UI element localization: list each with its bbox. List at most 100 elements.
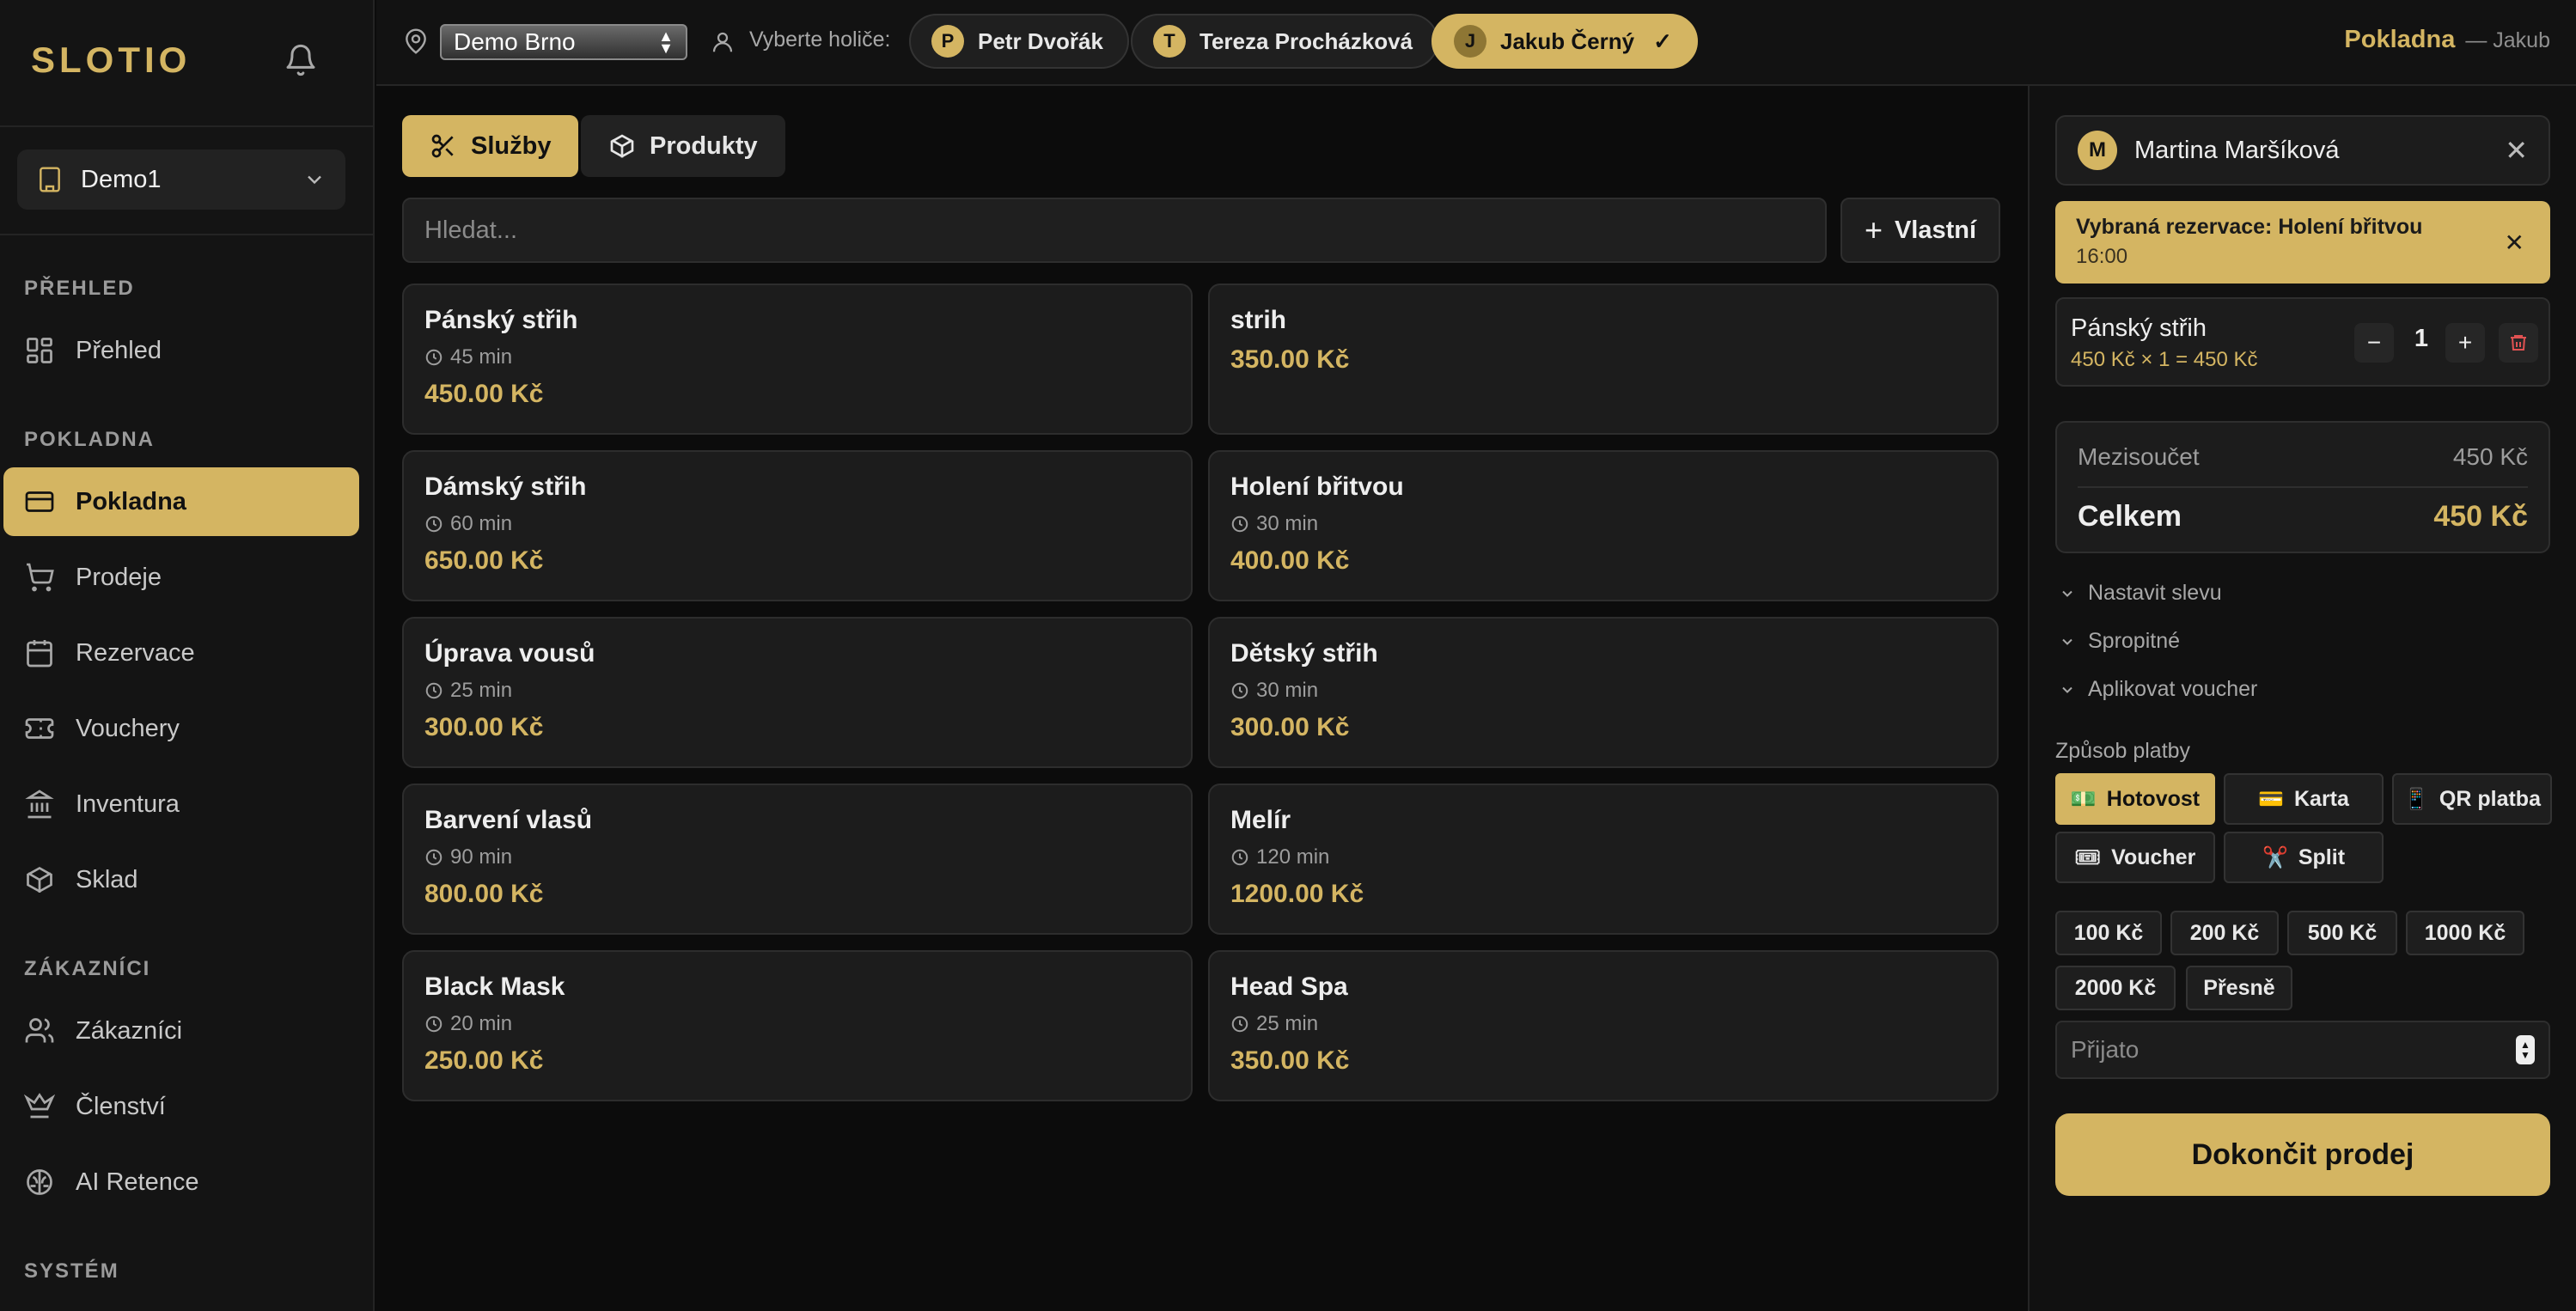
finish-sale-button[interactable]: Dokončit prodej [2055,1113,2550,1196]
barber-chip-jakub[interactable]: J Jakub Černý ✓ [1431,14,1698,69]
sidebar: SLOTIO Demo1 PŘEHLED Přehled POKLADNA Po… [0,0,375,1311]
payment-icon: ✂️ [2262,845,2288,869]
barber-name: Jakub Černý [1500,27,1635,54]
sidebar-item-customers[interactable]: Zákazníci [3,997,359,1065]
search-input[interactable]: Hledat... [402,198,1827,263]
customer-card[interactable]: M Martina Maršíková ✕ [2055,115,2550,186]
tab-products[interactable]: Produkty [581,115,785,177]
package-icon [24,864,55,895]
payment-icon: 💵 [2070,787,2097,811]
service-card[interactable]: Úprava vousů 25 min 300.00 Kč [402,617,1193,768]
tab-label: Produkty [650,131,758,160]
sidebar-item-label: Vouchery [76,714,180,742]
service-duration: 30 min [1230,679,1976,703]
bell-icon[interactable] [284,43,318,77]
discount-label: Nastavit slevu [2088,581,2222,605]
sidebar-item-membership[interactable]: Členství [3,1072,359,1141]
service-card[interactable]: Barvení vlasů 90 min 800.00 Kč [402,784,1193,935]
branch-select[interactable]: Demo1 [17,149,345,210]
close-icon[interactable]: ✕ [2505,229,2524,257]
barber-name: Petr Dvořák [978,27,1103,54]
total-label: Celkem [2078,500,2182,533]
sidebar-item-label: Rezervace [76,638,195,667]
sidebar-item-reservations[interactable]: Rezervace [3,619,359,687]
bank-icon [24,789,55,820]
divider [2078,486,2528,488]
barber-chip-petr[interactable]: P Petr Dvořák [909,14,1129,69]
service-card[interactable]: Black Mask 20 min 250.00 Kč [402,950,1193,1101]
service-name: Melír [1230,806,1291,834]
select-arrows-icon: ▲ ▼ [658,27,674,57]
branch-name: Demo1 [81,165,162,193]
increase-quantity-button[interactable]: + [2445,323,2485,363]
service-price: 1200.00 Kč [1230,880,1364,908]
divider [0,125,375,127]
sidebar-item-stock[interactable]: Sklad [3,845,359,914]
barber-name: Tereza Procházková [1199,27,1413,54]
service-price: 350.00 Kč [1230,345,1350,374]
plus-icon: + [1864,212,1883,247]
subtotal-value: 450 Kč [2452,443,2528,470]
chevron-down-icon [2059,585,2076,602]
service-card[interactable]: Head Spa 25 min 350.00 Kč [1208,950,1999,1101]
quick-amount-button[interactable]: 100 Kč [2055,911,2162,955]
quick-amount-button[interactable]: 1000 Kč [2406,911,2524,955]
duration-value: 90 min [450,845,513,869]
decrease-quantity-button[interactable]: − [2354,323,2394,363]
received-input[interactable]: Přijato ▲ ▼ [2055,1021,2550,1079]
sidebar-item-inventory[interactable]: Inventura [3,770,359,838]
voucher-payment-button[interactable]: 🎟 Voucher [2055,832,2215,883]
divider [0,234,375,235]
service-card[interactable]: strih 350.00 Kč [1208,284,1999,435]
service-card[interactable]: Holení břitvou 30 min 400.00 Kč [1208,450,1999,601]
close-icon[interactable]: ✕ [2505,134,2528,167]
service-card[interactable]: Melír 120 min 1200.00 Kč [1208,784,1999,935]
quick-amount-button[interactable]: Přesně [2186,966,2292,1010]
sidebar-item-label: Členství [76,1092,166,1120]
reservation-title: Vybraná rezervace: Holení břitvou [2076,215,2423,239]
tip-toggle[interactable]: Spropitné [2059,629,2180,654]
sidebar-item-overview[interactable]: Přehled [3,316,359,385]
service-name: Holení břitvou [1230,473,1404,501]
location-select[interactable]: Demo Brno ▲ ▼ [440,24,687,60]
building-icon [36,166,64,193]
service-price: 300.00 Kč [424,713,544,741]
trash-icon[interactable] [2499,323,2538,363]
custom-item-button[interactable]: + Vlastní [1840,198,2000,263]
split-button[interactable]: ✂️ Split [2224,832,2384,883]
clock-icon [1230,848,1249,867]
service-card[interactable]: Dětský střih 30 min 300.00 Kč [1208,617,1999,768]
card-button[interactable]: 💳 Karta [2224,773,2384,825]
quick-amount-button[interactable]: 200 Kč [2170,911,2279,955]
stepper-icon[interactable]: ▲ ▼ [2516,1035,2535,1064]
duration-value: 60 min [450,512,513,535]
clock-icon [424,848,443,867]
sidebar-item-sales[interactable]: Prodeje [3,543,359,612]
clock-icon [424,515,443,534]
quick-amount-button[interactable]: 500 Kč [2287,911,2397,955]
sidebar-item-ai-retention[interactable]: AI Retence [3,1148,359,1216]
cash-button[interactable]: 💵 Hotovost [2055,773,2215,825]
tab-label: Služby [471,131,552,160]
qr-payment-button[interactable]: 📱 QR platba [2392,773,2552,825]
clock-icon [424,348,443,367]
service-name: Barvení vlasů [424,806,593,834]
service-price: 250.00 Kč [424,1046,544,1075]
clock-icon [1230,681,1249,700]
payment-method-label: Způsob platby [2055,739,2191,763]
discount-toggle[interactable]: Nastavit slevu [2059,581,2222,606]
quick-amount-button[interactable]: 2000 Kč [2055,966,2176,1010]
service-card[interactable]: Dámský střih 60 min 650.00 Kč [402,450,1193,601]
tab-services[interactable]: Služby [402,115,579,177]
payment-label: QR platba [2439,786,2541,811]
sidebar-item-vouchers[interactable]: Vouchery [3,694,359,763]
sidebar-item-pos[interactable]: Pokladna [3,467,359,536]
check-icon: ✓ [1653,27,1672,54]
voucher-toggle[interactable]: Aplikovat voucher [2059,677,2257,702]
barber-chip-tereza[interactable]: T Tereza Procházková [1131,14,1439,69]
clock-icon [424,1015,443,1034]
avatar: T [1153,25,1186,58]
service-price: 650.00 Kč [424,546,544,575]
crown-icon [24,1091,55,1122]
service-card[interactable]: Pánský střih 45 min 450.00 Kč [402,284,1193,435]
